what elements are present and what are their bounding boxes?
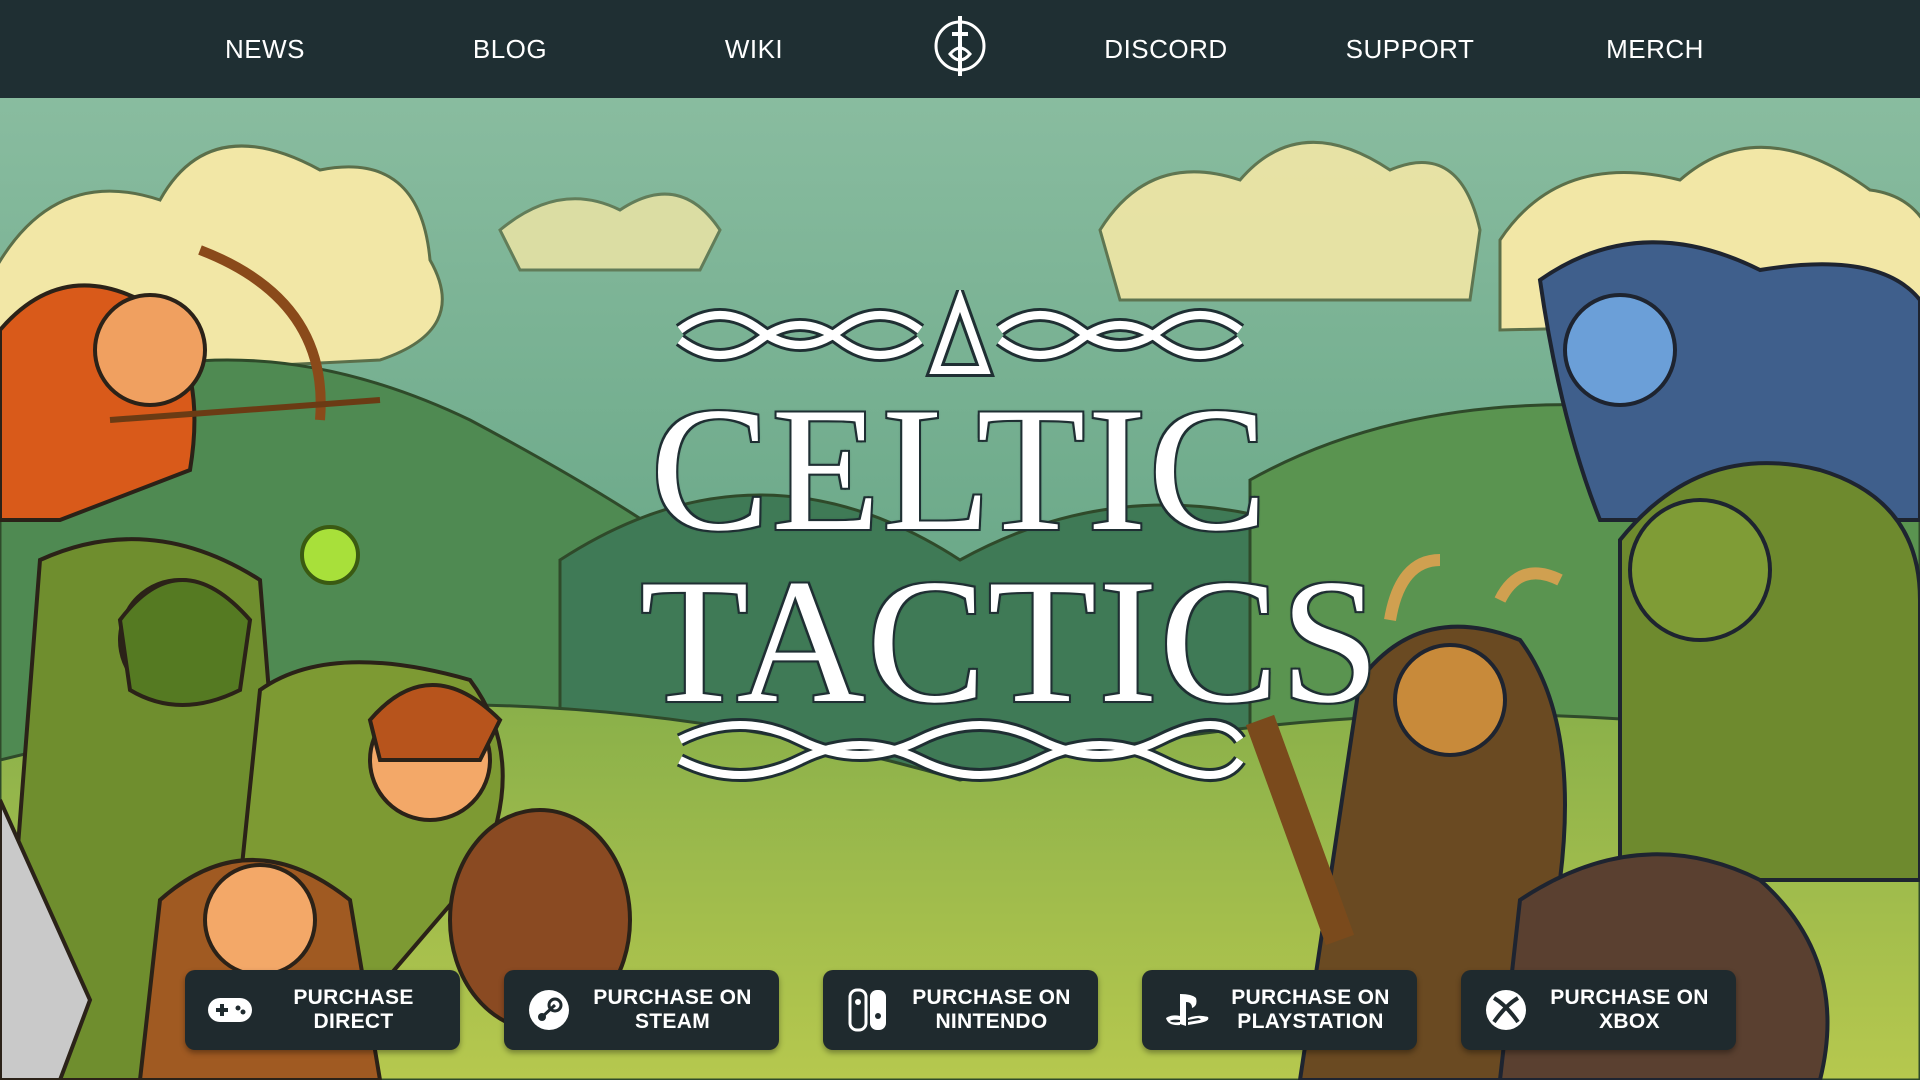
title-line-2: TACTICS [640,542,1382,740]
gamepad-icon [205,988,255,1032]
purchase-label: PURCHASE ON STEAM [593,985,752,1033]
title-line-1: CELTIC [650,370,1270,568]
purchase-xbox-button[interactable]: PURCHASE ON XBOX [1461,970,1736,1050]
nav-merch[interactable]: MERCH [1565,0,1745,98]
steam-icon [524,988,574,1032]
purchase-steam-button[interactable]: PURCHASE ON STEAM [504,970,779,1050]
purchase-label: PURCHASE DIRECT [293,985,414,1033]
nav-blog[interactable]: BLOG [420,0,600,98]
nav-news[interactable]: NEWS [175,0,355,98]
purchase-nintendo-button[interactable]: PURCHASE ON NINTENDO [823,970,1098,1050]
purchase-label: PURCHASE ON PLAYSTATION [1231,985,1390,1033]
celtic-knot-bottom-icon [676,718,1246,782]
sword-knot-logo-icon[interactable] [932,12,988,80]
nav-wiki[interactable]: WIKI [664,0,844,98]
purchase-label: PURCHASE ON NINTENDO [912,985,1071,1033]
nintendo-switch-icon [843,988,893,1032]
xbox-icon [1481,988,1531,1032]
nav-support[interactable]: SUPPORT [1320,0,1500,98]
top-navigation: NEWS BLOG WIKI DISCORD SUPPORT MERCH [0,0,1920,98]
game-title-logo: CELTIC TACTICS [640,290,1382,790]
nav-discord[interactable]: DISCORD [1076,0,1256,98]
purchase-playstation-button[interactable]: PURCHASE ON PLAYSTATION [1142,970,1417,1050]
playstation-icon [1162,988,1212,1032]
purchase-direct-button[interactable]: PURCHASE DIRECT [185,970,460,1050]
purchase-label: PURCHASE ON XBOX [1550,985,1709,1033]
